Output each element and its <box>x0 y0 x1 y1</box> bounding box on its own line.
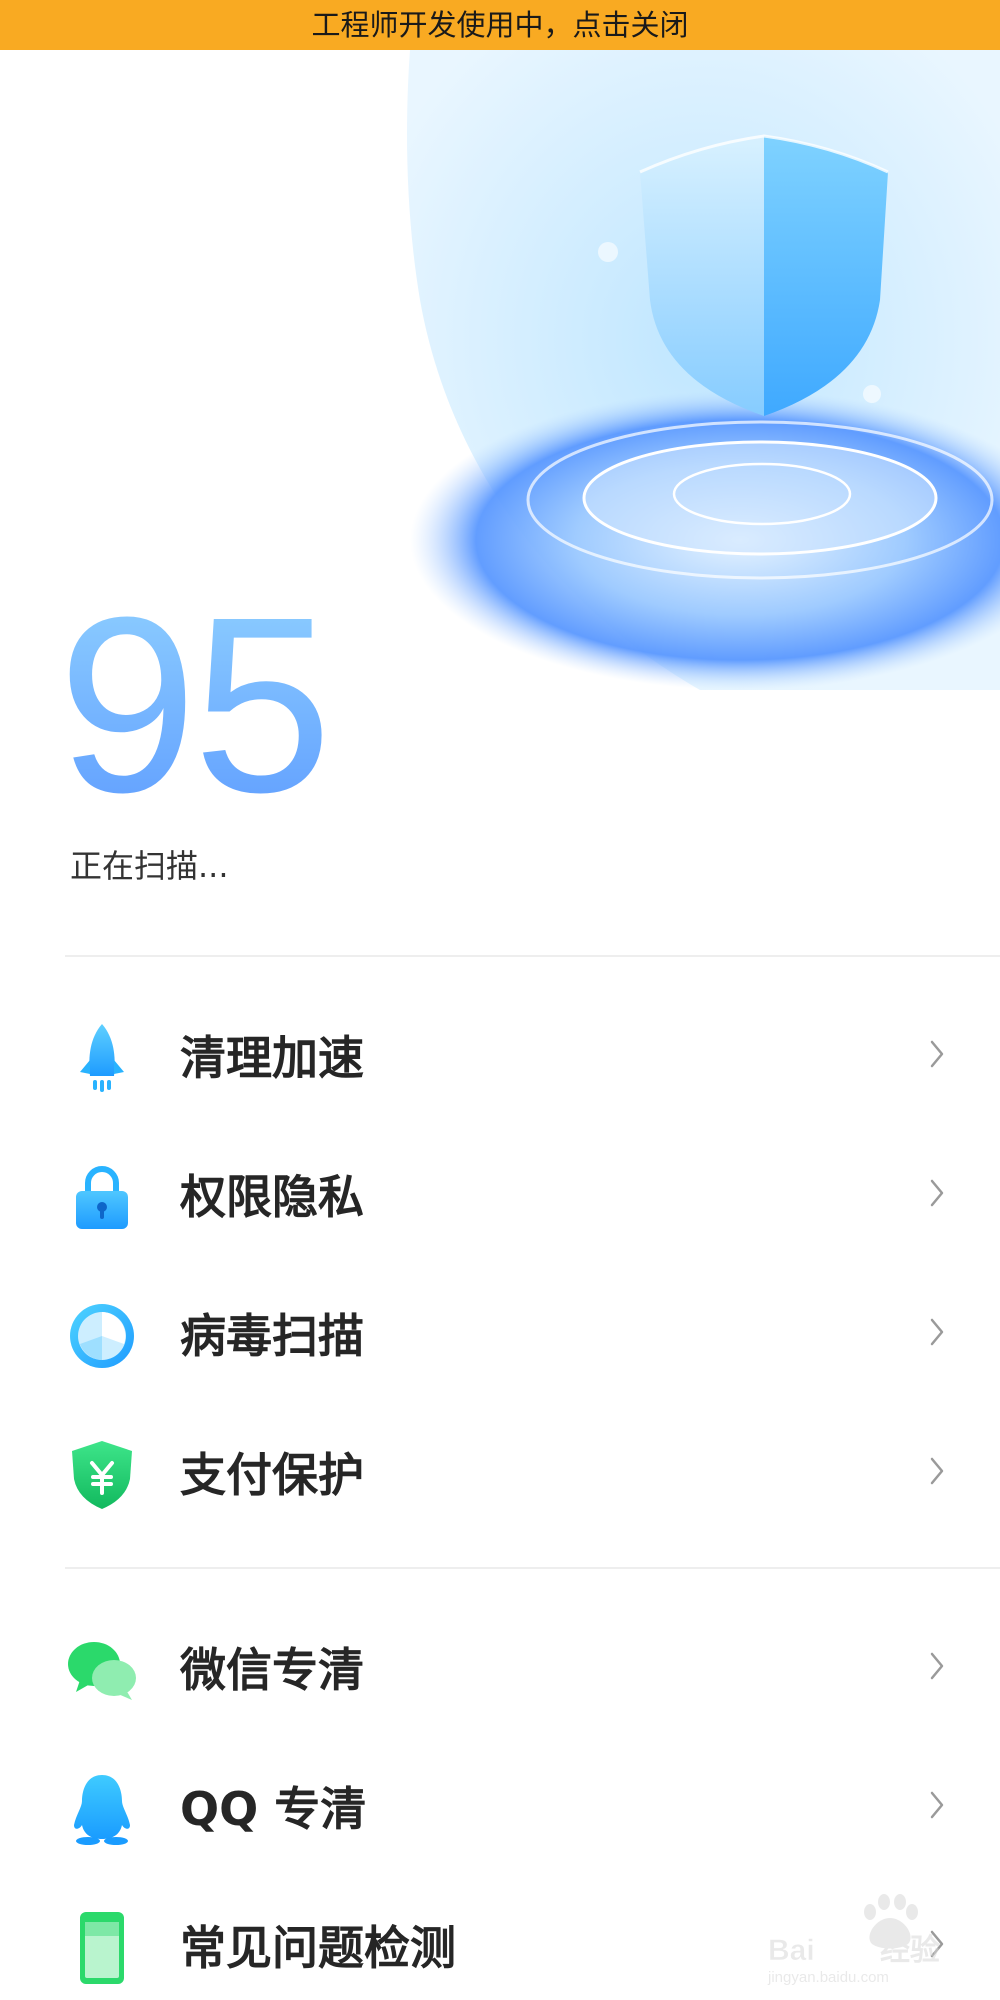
wechat-icon <box>68 1642 136 1700</box>
baidu-jingyan-watermark: Bai 经验 jingyan.baidu.com <box>767 1894 940 1986</box>
scan-status-text: 正在扫描... <box>70 847 229 885</box>
phone-check-icon <box>80 1912 124 1984</box>
chevron-right-icon <box>930 1457 944 1485</box>
menu-item-privacy-permissions[interactable]: 权限隐私 <box>0 1123 1000 1262</box>
menu-item-label: QQ 专清 <box>180 1782 367 1836</box>
rocket-icon <box>80 1024 124 1092</box>
section-divider <box>65 1567 1000 1569</box>
screen: 工程师开发使用中，点击关闭 95 正在扫描... 清理加速 权限隐私 病毒扫描 … <box>0 0 1000 2000</box>
menu-item-label: 病毒扫描 <box>180 1309 364 1363</box>
menu-item-virus-scan[interactable]: 病毒扫描 <box>0 1262 1000 1401</box>
menu-item-label: 微信专清 <box>180 1643 364 1697</box>
menu-item-payment-protection[interactable]: 支付保护 <box>0 1401 1000 1540</box>
menu-item-wechat-clean[interactable]: 微信专清 <box>0 1596 1000 1735</box>
menu-item-qq-clean[interactable]: QQ 专清 <box>0 1735 1000 1874</box>
payment-shield-icon <box>72 1441 132 1509</box>
section-divider <box>65 955 1000 957</box>
virus-scan-icon <box>70 1304 134 1368</box>
chevron-right-icon <box>930 1652 944 1680</box>
svg-text:jingyan.baidu.com: jingyan.baidu.com <box>767 1969 889 1986</box>
chevron-right-icon <box>930 1791 944 1819</box>
svg-text:经验: 经验 <box>880 1933 940 1967</box>
chevron-right-icon <box>930 1179 944 1207</box>
dev-mode-banner[interactable]: 工程师开发使用中，点击关闭 <box>0 0 1000 50</box>
lock-icon <box>76 1166 128 1229</box>
chevron-right-icon <box>930 1040 944 1068</box>
qq-penguin-icon <box>74 1775 130 1845</box>
menu-item-label: 清理加速 <box>180 1031 364 1085</box>
svg-text:Bai: Bai <box>768 1934 815 1967</box>
menu-item-label: 权限隐私 <box>180 1170 364 1224</box>
menu-item-label: 常见问题检测 <box>180 1921 456 1975</box>
menu-item-clean-speedup[interactable]: 清理加速 <box>0 984 1000 1123</box>
chevron-right-icon <box>930 1318 944 1346</box>
menu-item-label: 支付保护 <box>180 1448 364 1502</box>
security-score: 95 <box>58 565 332 844</box>
